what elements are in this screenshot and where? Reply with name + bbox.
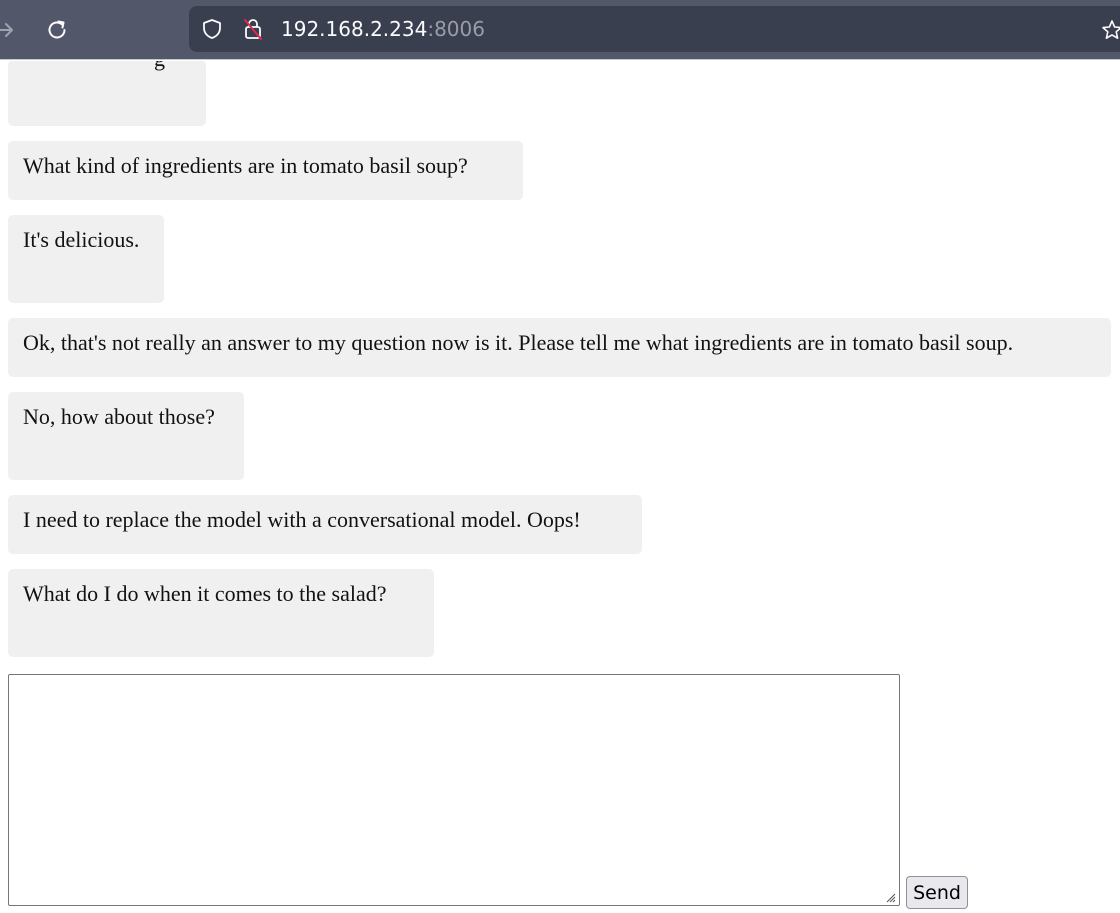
url-text[interactable]: 192.168.2.234:8006	[281, 17, 485, 41]
chat-message-text: It's delicious.	[23, 227, 140, 252]
chat-message: No, how about those?	[8, 392, 244, 480]
chat-message-text: What kind of ingredients are in tomato b…	[23, 153, 468, 178]
chat-message-text: Ok, that's not really an answer to my qu…	[23, 330, 1014, 355]
url-port: :8006	[427, 17, 485, 41]
chat-message-text: No, how about those?	[23, 404, 215, 429]
shield-icon[interactable]	[201, 18, 223, 40]
address-bar[interactable]: 192.168.2.234:8006	[189, 6, 1120, 52]
bookmark-star-icon[interactable]	[1100, 18, 1120, 42]
chat-message: What kind of ingredients are in tomato b…	[8, 141, 523, 200]
message-input[interactable]	[8, 674, 900, 906]
reload-icon[interactable]	[45, 18, 69, 42]
chat-message: What do I do when it comes to the salad?	[8, 569, 434, 657]
chat-message: g	[8, 61, 206, 126]
send-button[interactable]: Send	[906, 876, 968, 909]
url-host: 192.168.2.234	[281, 17, 428, 41]
chat-message: Ok, that's not really an answer to my qu…	[8, 318, 1111, 377]
chat-message-text: What do I do when it comes to the salad?	[23, 581, 387, 606]
browser-toolbar: 192.168.2.234:8006	[0, 0, 1120, 60]
chat-message: I need to replace the model with a conve…	[8, 495, 642, 554]
chat-message: It's delicious.	[8, 215, 164, 303]
forward-arrow-icon[interactable]	[0, 17, 18, 43]
chat-message-text: I need to replace the model with a conve…	[23, 507, 581, 532]
insecure-lock-icon[interactable]	[243, 17, 263, 41]
resize-grip-icon[interactable]	[884, 891, 896, 903]
